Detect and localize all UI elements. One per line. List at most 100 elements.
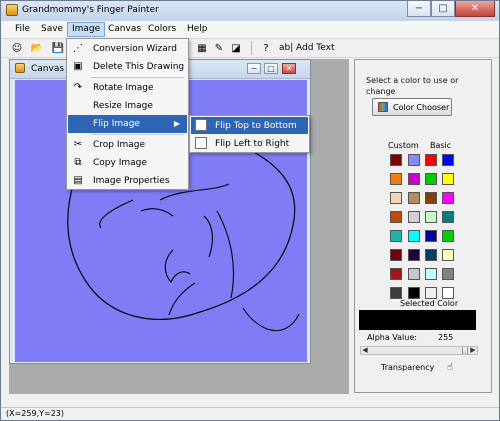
drawing-stroke (99, 183, 230, 229)
app-icon (6, 4, 18, 16)
hand-pointer-icon[interactable]: ☝ (447, 363, 457, 373)
basic-color-swatch[interactable] (442, 230, 454, 242)
custom-color-swatch[interactable] (390, 230, 402, 242)
palette-icon[interactable]: ▦ (195, 41, 209, 55)
color-chooser-icon (378, 102, 388, 112)
basic-color-swatch[interactable] (425, 192, 437, 204)
menu-item-rotate-image[interactable]: ↷ Rotate Image (68, 79, 187, 97)
flip-image-submenu: Flip Top to Bottom Flip Left to Right (189, 115, 310, 153)
add-text-button[interactable]: Add Text (296, 42, 335, 54)
submenu-flip-top-bottom[interactable]: Flip Top to Bottom (191, 117, 308, 134)
basic-color-swatch[interactable] (442, 192, 454, 204)
alpha-label: Alpha Value: (367, 333, 417, 342)
selected-color-label: Selected Color (400, 299, 459, 308)
basic-color-swatch[interactable] (442, 268, 454, 280)
menu-file[interactable]: File (11, 23, 34, 36)
custom-color-swatch[interactable] (390, 154, 402, 166)
custom-color-swatch[interactable] (390, 173, 402, 185)
slider-thumb[interactable] (462, 347, 468, 354)
basic-color-swatch[interactable] (408, 211, 420, 223)
custom-color-swatch[interactable] (390, 249, 402, 261)
basic-color-swatch[interactable] (425, 211, 437, 223)
basic-color-swatch[interactable] (408, 230, 420, 242)
menu-item-label: Copy Image (93, 158, 147, 168)
slider-right-arrow[interactable]: ▶ (469, 347, 477, 354)
basic-color-swatch[interactable] (442, 211, 454, 223)
basic-color-swatch[interactable] (408, 287, 420, 299)
menu-item-image-properties[interactable]: ▤ Image Properties (68, 172, 187, 190)
basic-color-swatch[interactable] (442, 154, 454, 166)
copy-icon: ⧉ (74, 157, 82, 168)
canvas-maximize-button[interactable]: □ (264, 63, 278, 74)
close-button[interactable]: ✕ (455, 1, 495, 17)
submenu-item-label: Flip Left to Right (215, 139, 290, 149)
basic-color-swatch[interactable] (408, 268, 420, 280)
color-help-text: Select a color to use or change (366, 76, 459, 96)
custom-color-swatch[interactable] (390, 192, 402, 204)
color-chooser-button[interactable]: Color Chooser (372, 98, 452, 116)
basic-label: Basic (430, 141, 452, 150)
custom-color-swatch[interactable] (390, 268, 402, 280)
menu-item-flip-image[interactable]: Flip Image ▶ (68, 115, 187, 133)
basic-color-swatch[interactable] (425, 173, 437, 185)
alpha-slider[interactable]: ◀ ▶ (360, 346, 478, 355)
basic-color-swatch[interactable] (408, 192, 420, 204)
basic-color-swatch[interactable] (442, 173, 454, 185)
menu-item-label: Image Properties (93, 176, 170, 186)
status-bar: (X=259,Y=23) (1, 407, 499, 420)
minimize-button[interactable]: − (407, 1, 431, 17)
save-icon[interactable]: 💾 (51, 41, 65, 55)
menu-separator (91, 77, 184, 78)
menu-help[interactable]: Help (183, 23, 212, 36)
menu-item-label: Crop Image (93, 140, 146, 150)
menu-bar: File Save Image Canvas Colors Help (1, 21, 499, 39)
menu-item-label: Conversion Wizard (93, 44, 178, 54)
menu-item-label: Flip Image (93, 119, 140, 129)
menu-item-delete-drawing[interactable]: ▣ Delete This Drawing (68, 58, 187, 76)
text-tool-icon[interactable]: ab| (279, 42, 293, 54)
basic-color-swatch[interactable] (425, 249, 437, 261)
menu-item-label: Resize Image (93, 101, 153, 111)
basic-color-swatch[interactable] (425, 154, 437, 166)
basic-color-swatch[interactable] (425, 268, 437, 280)
drawing-stroke (242, 307, 300, 332)
custom-color-swatch[interactable] (390, 211, 402, 223)
basic-color-swatch[interactable] (442, 249, 454, 261)
basic-color-swatch[interactable] (408, 154, 420, 166)
basic-color-swatch[interactable] (425, 230, 437, 242)
help-icon[interactable]: ? (259, 41, 273, 55)
menu-image[interactable]: Image (67, 22, 106, 37)
menu-item-resize-image[interactable]: Resize Image (68, 97, 187, 115)
canvas-close-button[interactable]: ✕ (282, 63, 296, 74)
brush-icon[interactable]: ✎ (212, 41, 226, 55)
image-menu-dropdown: ⋰ Conversion Wizard ▣ Delete This Drawin… (66, 38, 189, 190)
slider-left-arrow[interactable]: ◀ (361, 347, 369, 354)
stamp-icon[interactable]: ◪ (229, 41, 243, 55)
drawing-stroke (140, 208, 235, 299)
submenu-item-label: Flip Top to Bottom (215, 121, 297, 131)
custom-color-swatch[interactable] (390, 287, 402, 299)
smiley-icon[interactable]: ☺ (10, 41, 24, 55)
window-controls: − □ ✕ (407, 1, 495, 18)
window-title: Grandmommy's Finger Painter (22, 5, 159, 15)
menu-item-conversion-wizard[interactable]: ⋰ Conversion Wizard (68, 40, 187, 58)
properties-icon: ▤ (73, 175, 83, 186)
basic-color-swatch[interactable] (425, 287, 437, 299)
transparency-label: Transparency (381, 363, 435, 372)
basic-color-swatch[interactable] (442, 287, 454, 299)
menu-item-copy-image[interactable]: ⧉ Copy Image (68, 154, 187, 172)
maximize-button[interactable]: □ (431, 1, 455, 17)
basic-color-swatch[interactable] (408, 173, 420, 185)
menu-item-crop-image[interactable]: ✂ Crop Image (68, 136, 187, 154)
menu-colors[interactable]: Colors (144, 23, 180, 36)
delete-drawing-icon: ▣ (73, 61, 83, 72)
menu-save[interactable]: Save (37, 23, 67, 36)
basic-color-swatch[interactable] (408, 249, 420, 261)
open-folder-icon[interactable]: 📂 (30, 41, 44, 55)
coordinates-readout: (X=259,Y=23) (6, 409, 65, 418)
menu-canvas[interactable]: Canvas (104, 23, 145, 36)
submenu-flip-left-right[interactable]: Flip Left to Right (191, 135, 308, 152)
submenu-arrow-icon: ▶ (173, 119, 180, 128)
selected-color-swatch (359, 310, 476, 330)
canvas-minimize-button[interactable]: − (247, 63, 261, 74)
